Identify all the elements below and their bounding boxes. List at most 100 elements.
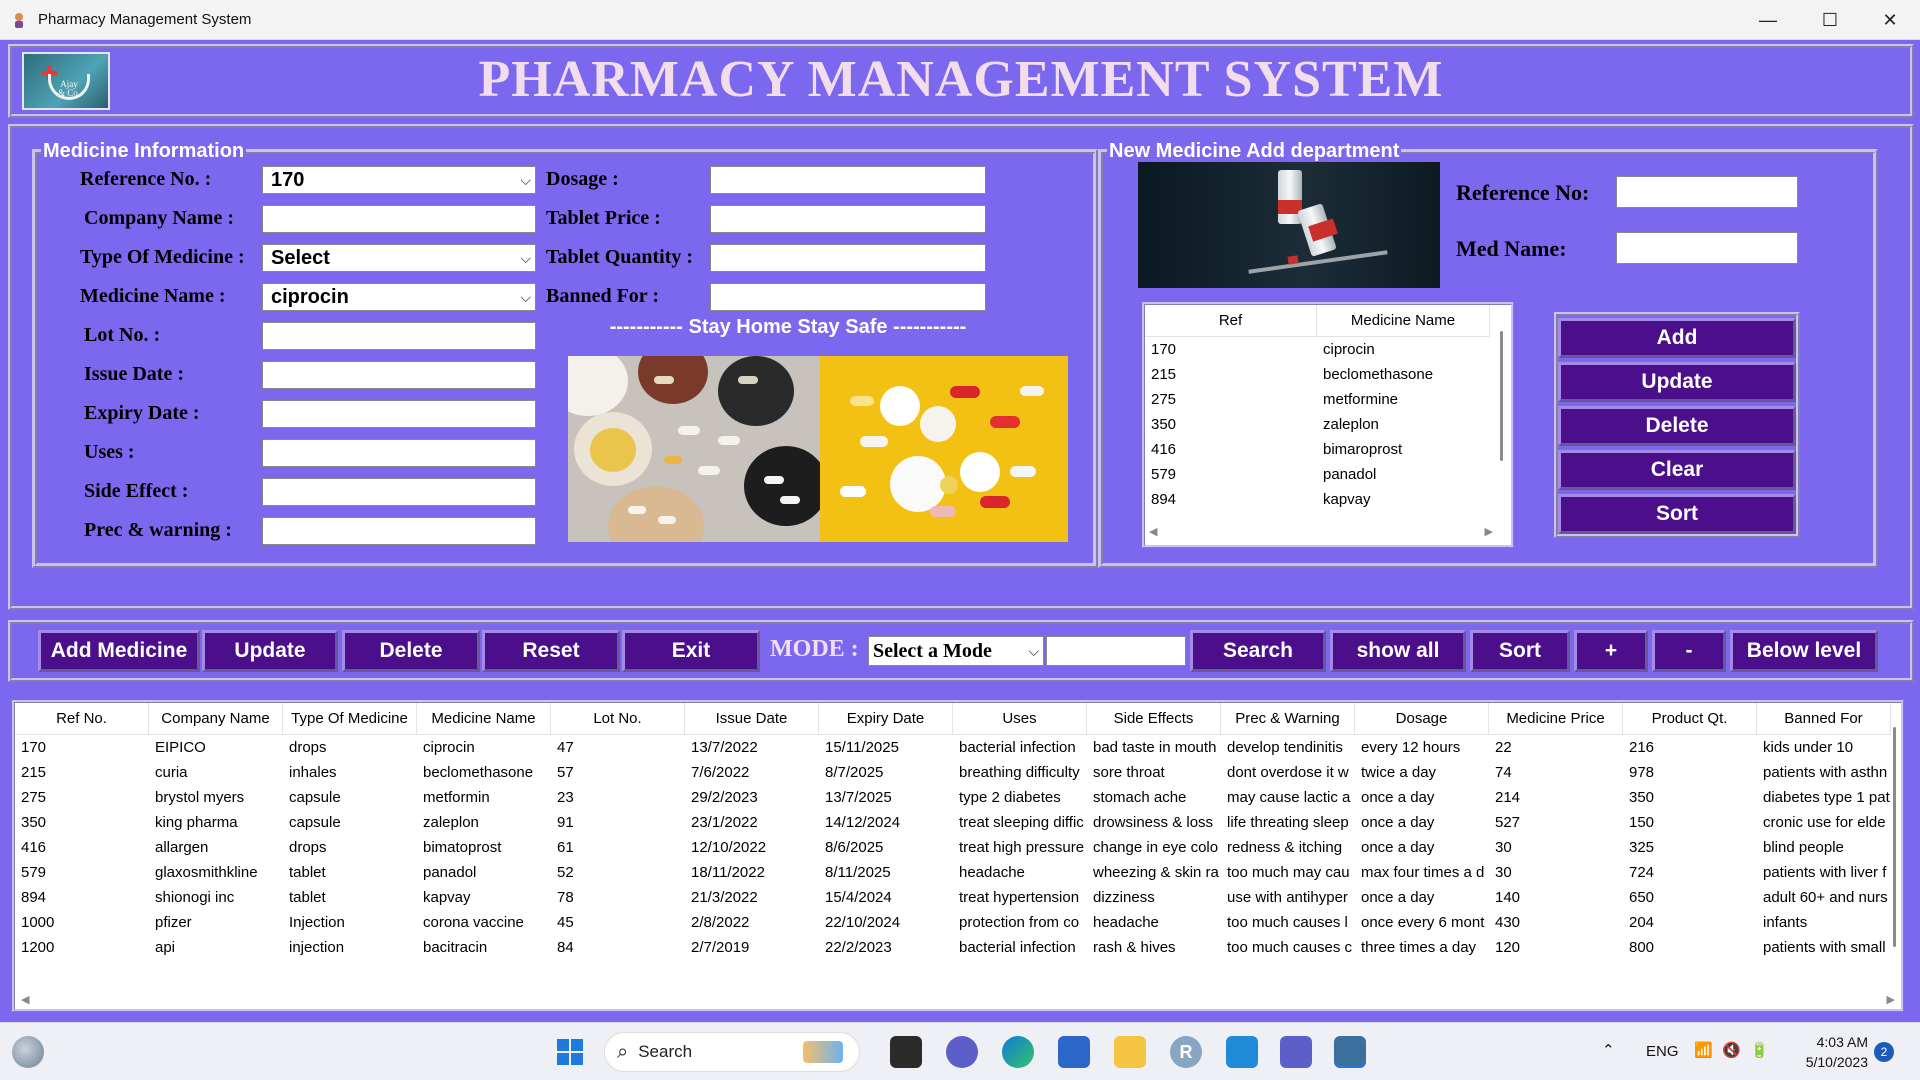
update-button[interactable]: Update [202,630,338,672]
mini-table-row[interactable]: 894 kapvay [1151,491,1371,516]
battery-icon[interactable]: 🔋 [1750,1041,1769,1059]
mini-table-row[interactable]: 579 panadol [1151,466,1376,491]
search-input[interactable] [1046,636,1186,666]
side-effect-field[interactable] [262,478,536,506]
scroll-left-icon[interactable]: ◀ [21,993,29,1006]
mini-table-row[interactable]: 350 zaleplon [1151,416,1379,441]
company-name-field[interactable] [262,205,536,233]
chat-icon[interactable] [946,1036,978,1068]
table-row[interactable]: 170 EIPICO drops ciprocin 47 13/7/2022 15/11/2… [15,739,1891,764]
tablet-quantity-field[interactable] [710,244,986,272]
language-indicator[interactable]: ENG [1646,1043,1679,1060]
mini-col-ref[interactable]: Ref [1145,305,1317,336]
add-button[interactable]: Add [1558,318,1796,358]
edge-browser-icon[interactable] [1002,1036,1034,1068]
wifi-icon[interactable]: 📶 [1694,1041,1713,1059]
increase-button[interactable]: + [1574,630,1648,672]
exit-button[interactable]: Exit [622,630,760,672]
scrollbar-thumb[interactable] [1500,331,1503,461]
minimize-button[interactable]: — [1740,0,1796,40]
task-view-icon[interactable] [890,1036,922,1068]
delete-button[interactable]: Delete [342,630,480,672]
table-row[interactable]: 1000 pfizer Injection corona vaccine 45 2/8/2… [15,914,1891,939]
type-of-medicine-combo[interactable]: Select ⌵ [262,244,536,272]
table-row[interactable]: 275 brystol myers capsule metformin 23 29/2/2… [15,789,1891,814]
mini-col-medicine-name[interactable]: Medicine Name [1317,305,1490,336]
volume-muted-icon[interactable]: 🔇 [1722,1041,1741,1059]
table-row[interactable]: 215 curia inhales beclomethasone 57 7/6/2022 8… [15,764,1891,789]
add-medicine-button[interactable]: Add Medicine [38,630,200,672]
table-vertical-scrollbar[interactable] [1891,727,1897,947]
below-level-button[interactable]: Below level [1730,630,1878,672]
maximize-button[interactable]: ☐ [1802,0,1858,40]
mini-table-horizontal-scrollbar[interactable]: ◀ ▶ [1147,525,1497,543]
taskbar-search[interactable]: ⌕ Search [604,1032,860,1072]
table-column-header[interactable]: Issue Date [685,703,819,735]
teams-icon[interactable] [1280,1036,1312,1068]
dosage-field[interactable] [710,166,986,194]
table-row[interactable]: 894 shionogi inc tablet kapvay 78 21/3/2022 15… [15,889,1891,914]
delete-new-button[interactable]: Delete [1558,406,1796,446]
mini-table-row[interactable]: 416 bimaroprost [1151,441,1402,466]
mini-table-vertical-scrollbar[interactable] [1495,309,1509,531]
expiry-date-field[interactable] [262,400,536,428]
table-column-header[interactable]: Product Qt. [1623,703,1757,735]
table-column-header[interactable]: Medicine Price [1489,703,1623,735]
table-column-header[interactable]: Company Name [149,703,283,735]
table-column-header[interactable]: Ref No. [15,703,149,735]
store-icon[interactable] [1058,1036,1090,1068]
prec-warning-field[interactable] [262,517,536,545]
table-cell: 61 [557,839,574,856]
table-column-header[interactable]: Lot No. [551,703,685,735]
update-new-button[interactable]: Update [1558,362,1796,402]
table-column-header[interactable]: Type Of Medicine [283,703,417,735]
uses-field[interactable] [262,439,536,467]
reset-button[interactable]: Reset [482,630,620,672]
r-app-icon[interactable]: R [1170,1036,1202,1068]
medicine-name-combo[interactable]: ciprocin ⌵ [262,283,536,311]
table-column-header[interactable]: Prec & Warning [1221,703,1355,735]
banned-for-label: Banned For : [546,285,659,307]
scrollbar-thumb[interactable] [1893,727,1896,947]
system-clock[interactable]: 4:03 AM 5/10/2023 [1780,1032,1868,1072]
mode-select[interactable]: Select a Mode ⌵ [868,636,1044,666]
table-column-header[interactable]: Medicine Name [417,703,551,735]
notification-badge[interactable]: 2 [1874,1042,1894,1062]
table-column-header[interactable]: Uses [953,703,1087,735]
table-column-header[interactable]: Dosage [1355,703,1489,735]
start-icon[interactable] [554,1036,586,1068]
decrease-button[interactable]: - [1652,630,1726,672]
table-row[interactable]: 416 allargen drops bimatoprost 61 12/10/2022 8… [15,839,1891,864]
table-row[interactable]: 350 king pharma capsule zaleplon 91 23/1/2022… [15,814,1891,839]
chevron-up-icon[interactable]: ⌃ [1602,1041,1615,1059]
mini-table-row[interactable]: 275 metformine [1151,391,1398,416]
table-column-header[interactable]: Side Effects [1087,703,1221,735]
table-column-header[interactable]: Expiry Date [819,703,953,735]
weather-icon[interactable] [12,1036,44,1068]
banned-for-field[interactable] [710,283,986,311]
scroll-left-icon[interactable]: ◀ [1149,525,1157,538]
scroll-right-icon[interactable]: ▶ [1887,993,1895,1006]
sort-button[interactable]: Sort [1470,630,1570,672]
table-column-header[interactable]: Banned For [1757,703,1891,735]
file-explorer-icon[interactable] [1114,1036,1146,1068]
close-button[interactable]: ✕ [1862,0,1918,40]
new-med-name-field[interactable] [1616,232,1798,264]
sort-new-button[interactable]: Sort [1558,494,1796,534]
table-horizontal-scrollbar[interactable]: ◀ ▶ [15,991,1901,1009]
show-all-button[interactable]: show all [1330,630,1466,672]
mini-table-row[interactable]: 215 beclomethasone [1151,366,1433,391]
python-app-icon[interactable] [1334,1036,1366,1068]
lot-no-field[interactable] [262,322,536,350]
scroll-right-icon[interactable]: ▶ [1485,525,1493,538]
new-reference-no-field[interactable] [1616,176,1798,208]
tablet-price-field[interactable] [710,205,986,233]
mini-table-row[interactable]: 170 ciprocin [1151,341,1375,366]
vscode-icon[interactable] [1226,1036,1258,1068]
table-row[interactable]: 1200 api injection bacitracin 84 2/7/2019 22/2… [15,939,1891,964]
reference-no-combo[interactable]: 170 ⌵ [262,166,536,194]
search-button[interactable]: Search [1190,630,1326,672]
table-row[interactable]: 579 glaxosmithkline tablet panadol 52 18/11/2… [15,864,1891,889]
issue-date-field[interactable] [262,361,536,389]
clear-button[interactable]: Clear [1558,450,1796,490]
